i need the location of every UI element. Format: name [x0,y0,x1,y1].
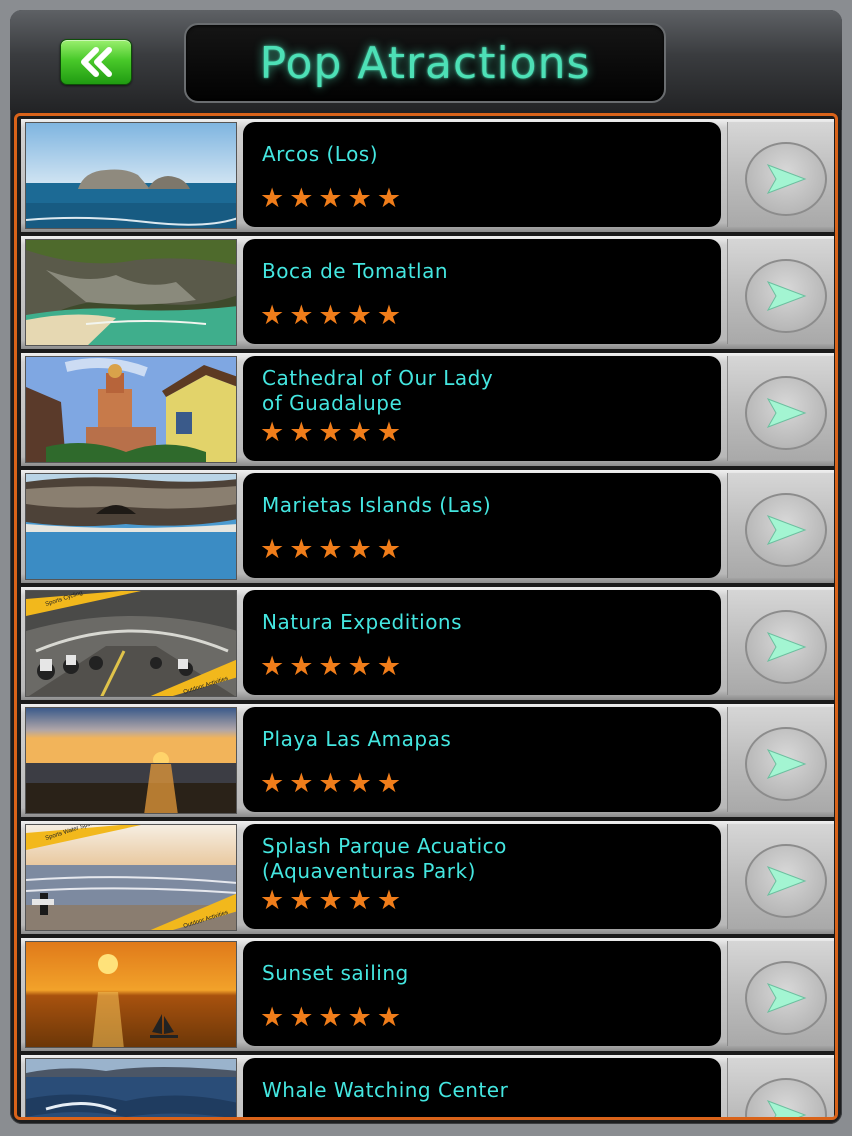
play-arrow-icon [766,164,807,194]
go-button-circle [745,142,827,216]
list-item[interactable]: Sports Cycling Outdoor Activities Natura… [21,587,834,700]
star-rating: ★★★★★ [260,300,407,331]
list-item[interactable]: Boca de Tomatlan ★★★★★ [21,236,834,349]
attraction-name: Sunset sailing [262,961,409,985]
attraction-info[interactable]: Playa Las Amapas ★★★★★ [243,707,721,812]
open-detail-button[interactable] [727,473,834,578]
attraction-name: Marietas Islands (Las) [262,493,492,517]
list-item[interactable]: Arcos (Los) ★★★★★ [21,119,834,232]
go-button-circle [745,376,827,450]
attraction-name: Splash Parque Acuatico (Aquaventuras Par… [262,834,507,883]
attraction-info[interactable]: Cathedral of Our Lady of Guadalupe ★★★★★ [243,356,721,461]
list-item[interactable]: Marietas Islands (Las) ★★★★★ [21,470,834,583]
go-button-circle [745,610,827,684]
list-item[interactable]: Sports Water Sports Outdoor Activities S… [21,821,834,934]
open-detail-button[interactable] [727,1058,834,1117]
attraction-info[interactable]: Arcos (Los) ★★★★★ [243,122,721,227]
go-button-circle [745,493,827,567]
star-rating: ★★★★★ [260,183,407,214]
attraction-name: Boca de Tomatlan [262,259,449,283]
back-button[interactable] [60,39,132,85]
star-rating: ★★★★★ [260,417,407,448]
title-panel: Pop Atractions [184,23,666,103]
attraction-thumbnail: Sports Water Sports Outdoor Activities [25,824,237,931]
go-button-circle [745,844,827,918]
attraction-name: Playa Las Amapas [262,727,452,751]
attraction-info[interactable]: Natura Expeditions ★★★★★ [243,590,721,695]
attraction-thumbnail [25,122,237,229]
open-detail-button[interactable] [727,941,834,1046]
open-detail-button[interactable] [727,122,834,227]
attraction-thumbnail: Sports Cycling Outdoor Activities [25,590,237,697]
open-detail-button[interactable] [727,239,834,344]
star-rating: ★★★★★ [260,534,407,565]
go-button-circle [745,961,827,1035]
attraction-thumbnail [25,707,237,814]
attraction-thumbnail [25,473,237,580]
play-arrow-icon [766,632,807,662]
play-arrow-icon [766,866,807,896]
go-button-circle [745,727,827,801]
attraction-name: Arcos (Los) [262,142,379,166]
star-rating: ★★★★★ [260,651,407,682]
list-item[interactable]: Playa Las Amapas ★★★★★ [21,704,834,817]
go-button-circle [745,259,827,333]
attraction-info[interactable]: Boca de Tomatlan ★★★★★ [243,239,721,344]
attraction-list[interactable]: Arcos (Los) ★★★★★ Boca de Tomatlan ★★★★★ [14,113,838,1120]
attraction-info[interactable]: Whale Watching Center ★★★★★ [243,1058,721,1117]
list-item[interactable]: Cathedral of Our Lady of Guadalupe ★★★★★ [21,353,834,466]
play-arrow-icon [766,1100,807,1117]
star-rating: ★★★★★ [260,1002,407,1033]
attraction-thumbnail [25,239,237,346]
star-rating: ★★★★★ [260,768,407,799]
double-chevron-left-icon [81,47,112,77]
attraction-info[interactable]: Splash Parque Acuatico (Aquaventuras Par… [243,824,721,929]
play-arrow-icon [766,749,807,779]
attraction-name: Cathedral of Our Lady of Guadalupe [262,366,494,415]
go-button-circle [745,1078,827,1117]
play-arrow-icon [766,398,807,428]
attraction-thumbnail [25,356,237,463]
star-rating: ★★★★★ [260,885,407,916]
attraction-name: Whale Watching Center [262,1078,509,1102]
attraction-name: Natura Expeditions [262,610,463,634]
open-detail-button[interactable] [727,356,834,461]
list-item[interactable]: Sunset sailing ★★★★★ [21,938,834,1051]
open-detail-button[interactable] [727,707,834,812]
play-arrow-icon [766,983,807,1013]
play-arrow-icon [766,281,807,311]
attraction-info[interactable]: Sunset sailing ★★★★★ [243,941,721,1046]
page-title: Pop Atractions [259,37,591,89]
play-arrow-icon [766,515,807,545]
attraction-thumbnail [25,941,237,1048]
attraction-info[interactable]: Marietas Islands (Las) ★★★★★ [243,473,721,578]
list-item[interactable]: Whale Watching Center ★★★★★ [21,1055,834,1117]
attraction-thumbnail [25,1058,237,1117]
open-detail-button[interactable] [727,824,834,929]
open-detail-button[interactable] [727,590,834,695]
